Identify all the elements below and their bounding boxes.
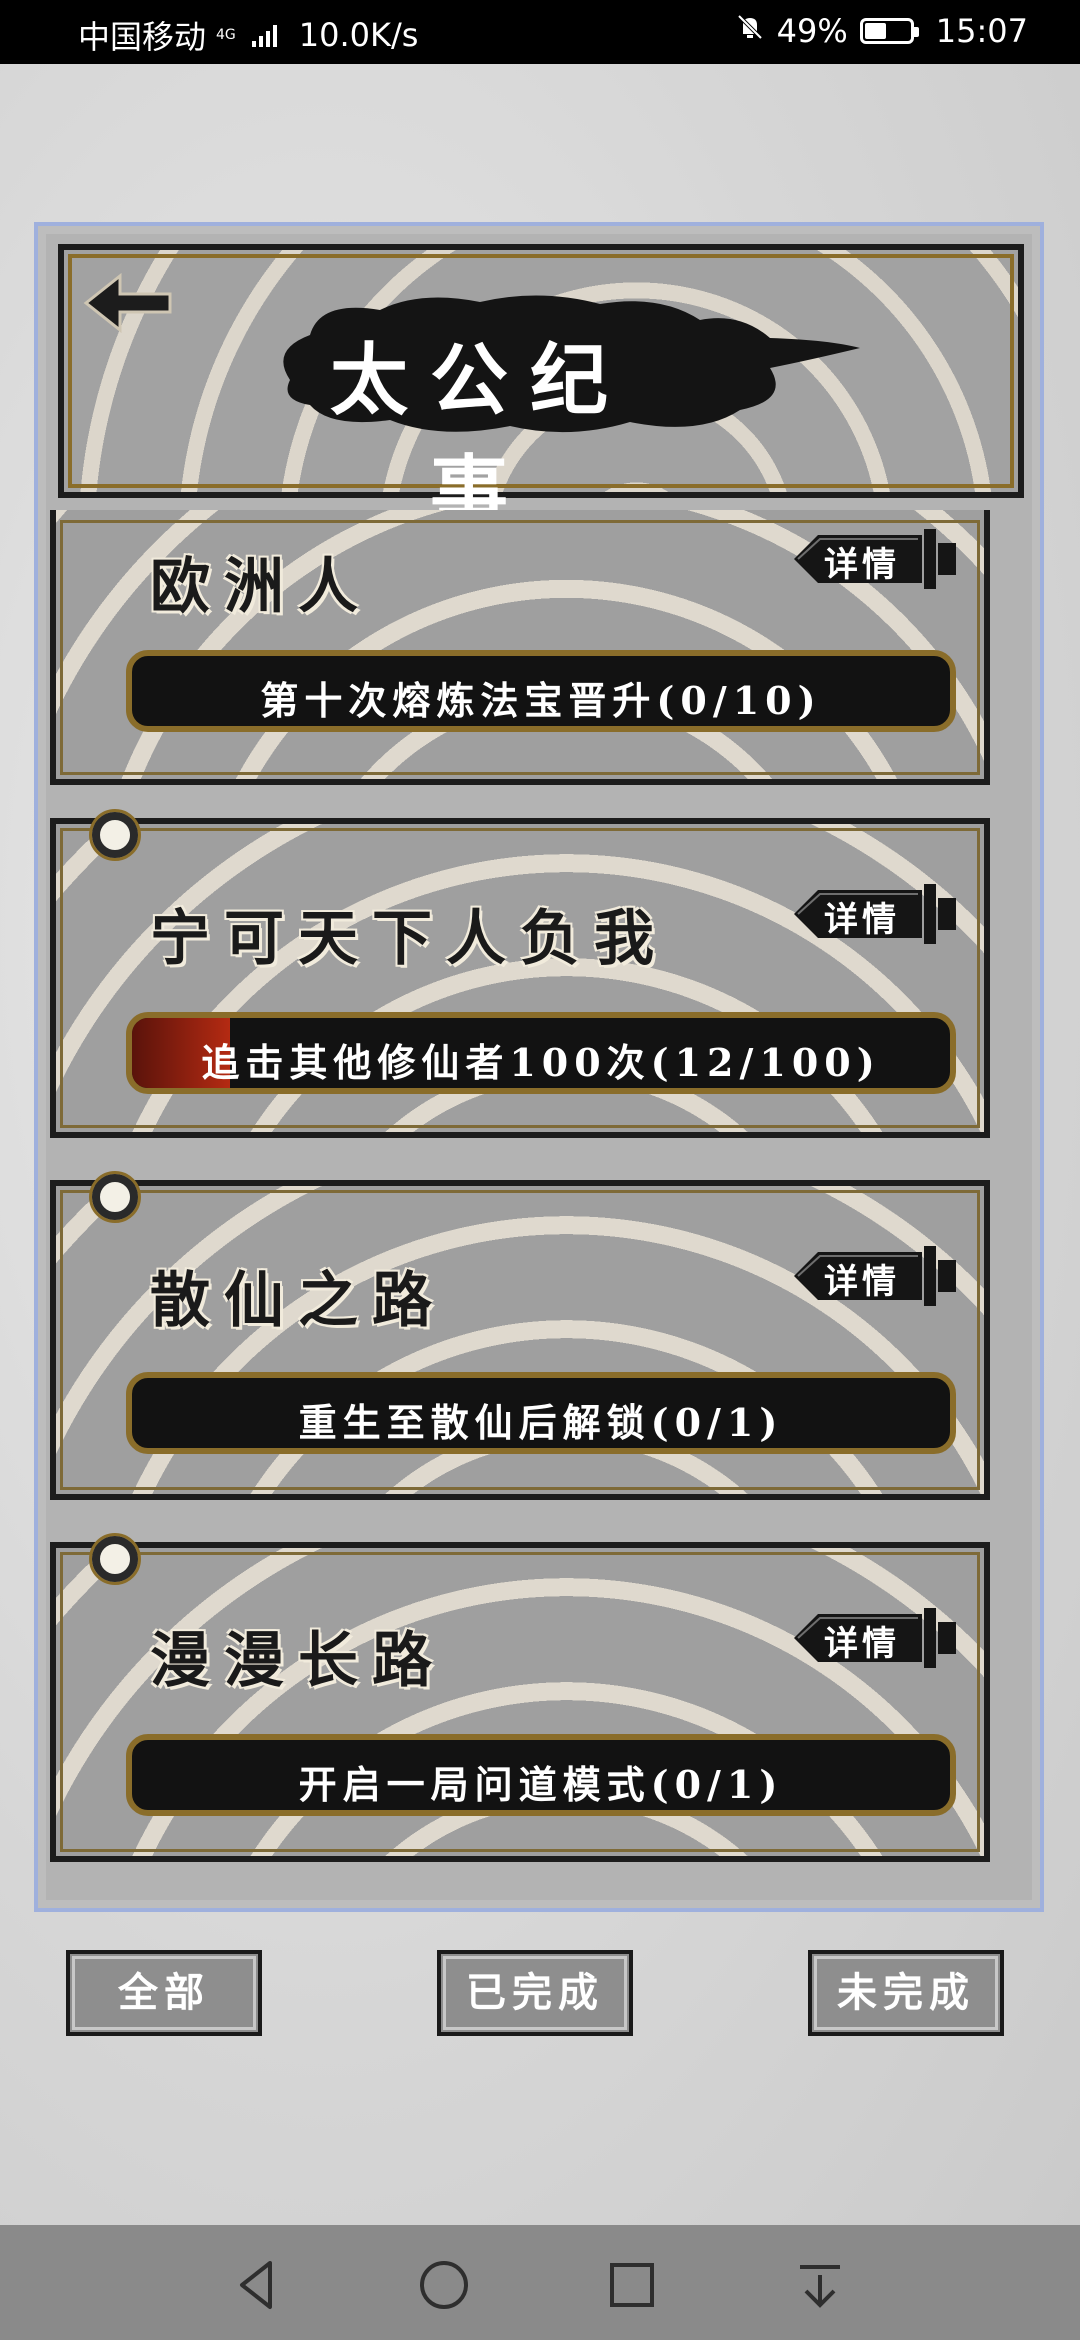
recents-nav-icon[interactable]	[602, 2255, 662, 2315]
achievement-task: 第十次熔炼法宝晋升(0/10)	[260, 678, 822, 723]
tab-completed-label: 已完成	[466, 1969, 604, 2016]
achievement-title: 宁可天下人负我	[150, 904, 668, 974]
system-nav-bar	[0, 2225, 1080, 2340]
progress-bar: 重生至散仙后解锁(0/1)	[126, 1372, 956, 1454]
achievement-task: 追击其他修仙者100次(12/100)	[201, 1040, 881, 1085]
achievement-title: 漫漫长路	[150, 1626, 446, 1696]
mute-icon	[735, 12, 765, 50]
progress-bar: 追击其他修仙者100次(12/100)	[126, 1012, 956, 1094]
achievement-task: 重生至散仙后解锁(0/1)	[298, 1400, 784, 1445]
battery-icon	[859, 18, 919, 44]
tab-incomplete-label: 未完成	[837, 1969, 975, 2016]
tab-all[interactable]: 全部	[66, 1950, 262, 2036]
detail-label: 详情	[824, 1624, 900, 1664]
achievement-title: 欧洲人	[150, 552, 372, 622]
tab-completed[interactable]: 已完成	[437, 1950, 633, 2036]
network-label: 4G	[216, 27, 236, 43]
back-arrow-icon[interactable]	[78, 268, 178, 338]
network-speed: 10.0K/s	[298, 16, 419, 54]
progress-bar: 开启一局问道模式(0/1)	[126, 1734, 956, 1816]
carrier-label: 中国移动	[78, 18, 207, 56]
page-title: 太公纪事	[329, 335, 630, 538]
detail-button[interactable]: 详情	[790, 1242, 960, 1310]
tab-all-label: 全部	[118, 1969, 210, 2016]
ring-icon	[89, 809, 141, 861]
progress-bar: 第十次熔炼法宝晋升(0/10)	[126, 650, 956, 732]
ring-icon	[89, 1533, 141, 1585]
detail-label: 详情	[824, 900, 900, 940]
detail-button[interactable]: 详情	[790, 1604, 960, 1672]
signal-icon	[251, 23, 277, 47]
notification-pull-icon[interactable]	[790, 2255, 850, 2315]
detail-label: 详情	[824, 545, 900, 585]
back-nav-icon[interactable]	[226, 2255, 286, 2315]
clock: 15:07	[935, 12, 1028, 50]
ring-icon	[89, 1171, 141, 1223]
tab-incomplete[interactable]: 未完成	[808, 1950, 1004, 2036]
detail-label: 详情	[824, 1262, 900, 1302]
achievement-task: 开启一局问道模式(0/1)	[298, 1762, 784, 1807]
home-nav-icon[interactable]	[414, 2255, 474, 2315]
detail-button[interactable]: 详情	[790, 525, 960, 593]
status-bar: 中国移动 4G 10.0K/s 49% 15:07	[0, 0, 1080, 64]
detail-button[interactable]: 详情	[790, 880, 960, 948]
battery-percent: 49%	[776, 12, 848, 50]
achievement-title: 散仙之路	[150, 1266, 446, 1336]
